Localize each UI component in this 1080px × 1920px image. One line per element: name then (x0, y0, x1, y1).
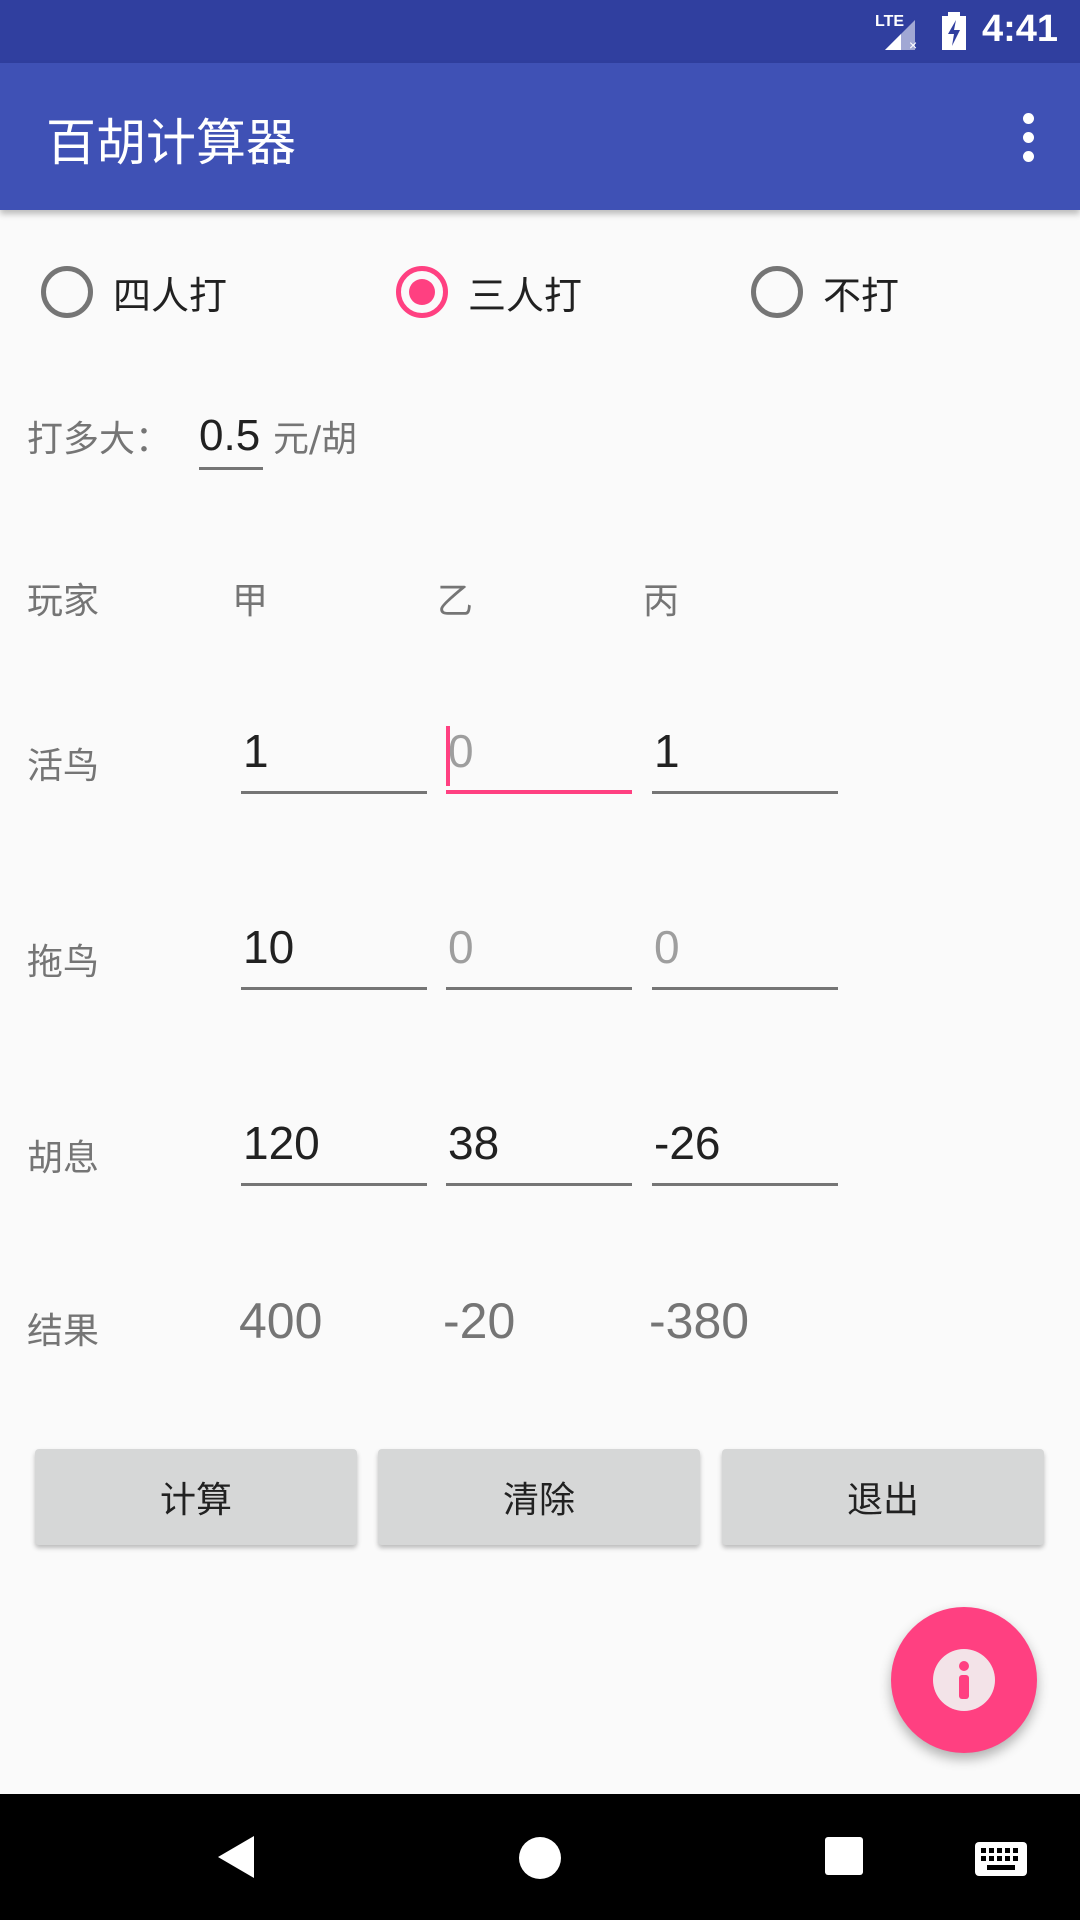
drag-bird-input-bing[interactable]: 0 (652, 920, 838, 990)
app-title: 百胡计算器 (46, 114, 296, 172)
radio-unchecked-icon (751, 266, 803, 318)
hu-points-input-jia[interactable]: 120 (241, 1116, 427, 1186)
stake-label: 打多大： (27, 419, 172, 460)
status-bar: LTE × 4:41 (0, 0, 1080, 63)
network-label: LTE (875, 13, 904, 30)
exit-button[interactable]: 退出 (722, 1449, 1044, 1545)
result-bing: -380 (649, 1293, 750, 1349)
stake-input[interactable]: 0.5 (199, 411, 264, 470)
result-label: 结果 (27, 1311, 100, 1352)
row-label-live-bird: 活鸟 (27, 746, 100, 787)
radio-label: 四人打 (113, 273, 228, 318)
radio-checked-icon (396, 266, 448, 318)
live-bird-input-jia[interactable]: 1 (241, 724, 427, 794)
hu-points-input-yi[interactable]: 38 (446, 1116, 632, 1186)
app-bar: 百胡计算器 (0, 63, 1080, 210)
result-yi: -20 (443, 1293, 516, 1349)
player-header-jia: 甲 (232, 581, 269, 622)
more-vert-icon[interactable] (1016, 113, 1040, 163)
clear-button[interactable]: 清除 (378, 1449, 700, 1545)
keyboard-icon[interactable] (975, 1842, 1027, 1876)
info-fab[interactable] (891, 1607, 1037, 1753)
radio-no-play[interactable]: 不打 (751, 262, 899, 322)
drag-bird-input-yi[interactable]: 0 (446, 920, 632, 990)
radio-four-players[interactable]: 四人打 (41, 262, 227, 322)
home-icon[interactable] (518, 1836, 562, 1880)
live-bird-input-bing[interactable]: 1 (652, 724, 838, 794)
stake-row: 打多大： 0.5 元/胡 (27, 400, 357, 470)
radio-three-players[interactable]: 三人打 (396, 262, 582, 322)
calculate-button[interactable]: 计算 (35, 1449, 357, 1545)
navigation-bar (0, 1794, 1080, 1920)
radio-label: 三人打 (468, 273, 583, 318)
lte-signal-icon: LTE × (875, 13, 917, 52)
stake-unit: 元/胡 (273, 419, 358, 460)
back-icon[interactable] (214, 1832, 258, 1882)
mode-radio-group: 四人打 三人打 不打 (0, 262, 1080, 322)
info-icon (933, 1649, 995, 1711)
status-time: 4:41 (981, 8, 1058, 50)
players-header-label: 玩家 (27, 581, 100, 622)
live-bird-input-yi[interactable]: 0 (446, 724, 632, 794)
player-header-yi: 乙 (437, 581, 474, 622)
radio-label: 不打 (823, 273, 900, 318)
player-header-bing: 丙 (643, 581, 680, 622)
text-cursor (446, 726, 450, 786)
row-label-hu-points: 胡息 (27, 1138, 100, 1179)
radio-unchecked-icon (41, 266, 93, 318)
result-jia: 400 (239, 1293, 323, 1349)
hu-points-input-bing[interactable]: -26 (652, 1116, 838, 1186)
recents-icon[interactable] (824, 1836, 864, 1876)
row-label-drag-bird: 拖鸟 (27, 942, 100, 983)
input-hint: 0 (448, 725, 474, 777)
svg-text:×: × (909, 37, 917, 52)
battery-charging-icon (942, 12, 966, 50)
drag-bird-input-jia[interactable]: 10 (241, 920, 427, 990)
